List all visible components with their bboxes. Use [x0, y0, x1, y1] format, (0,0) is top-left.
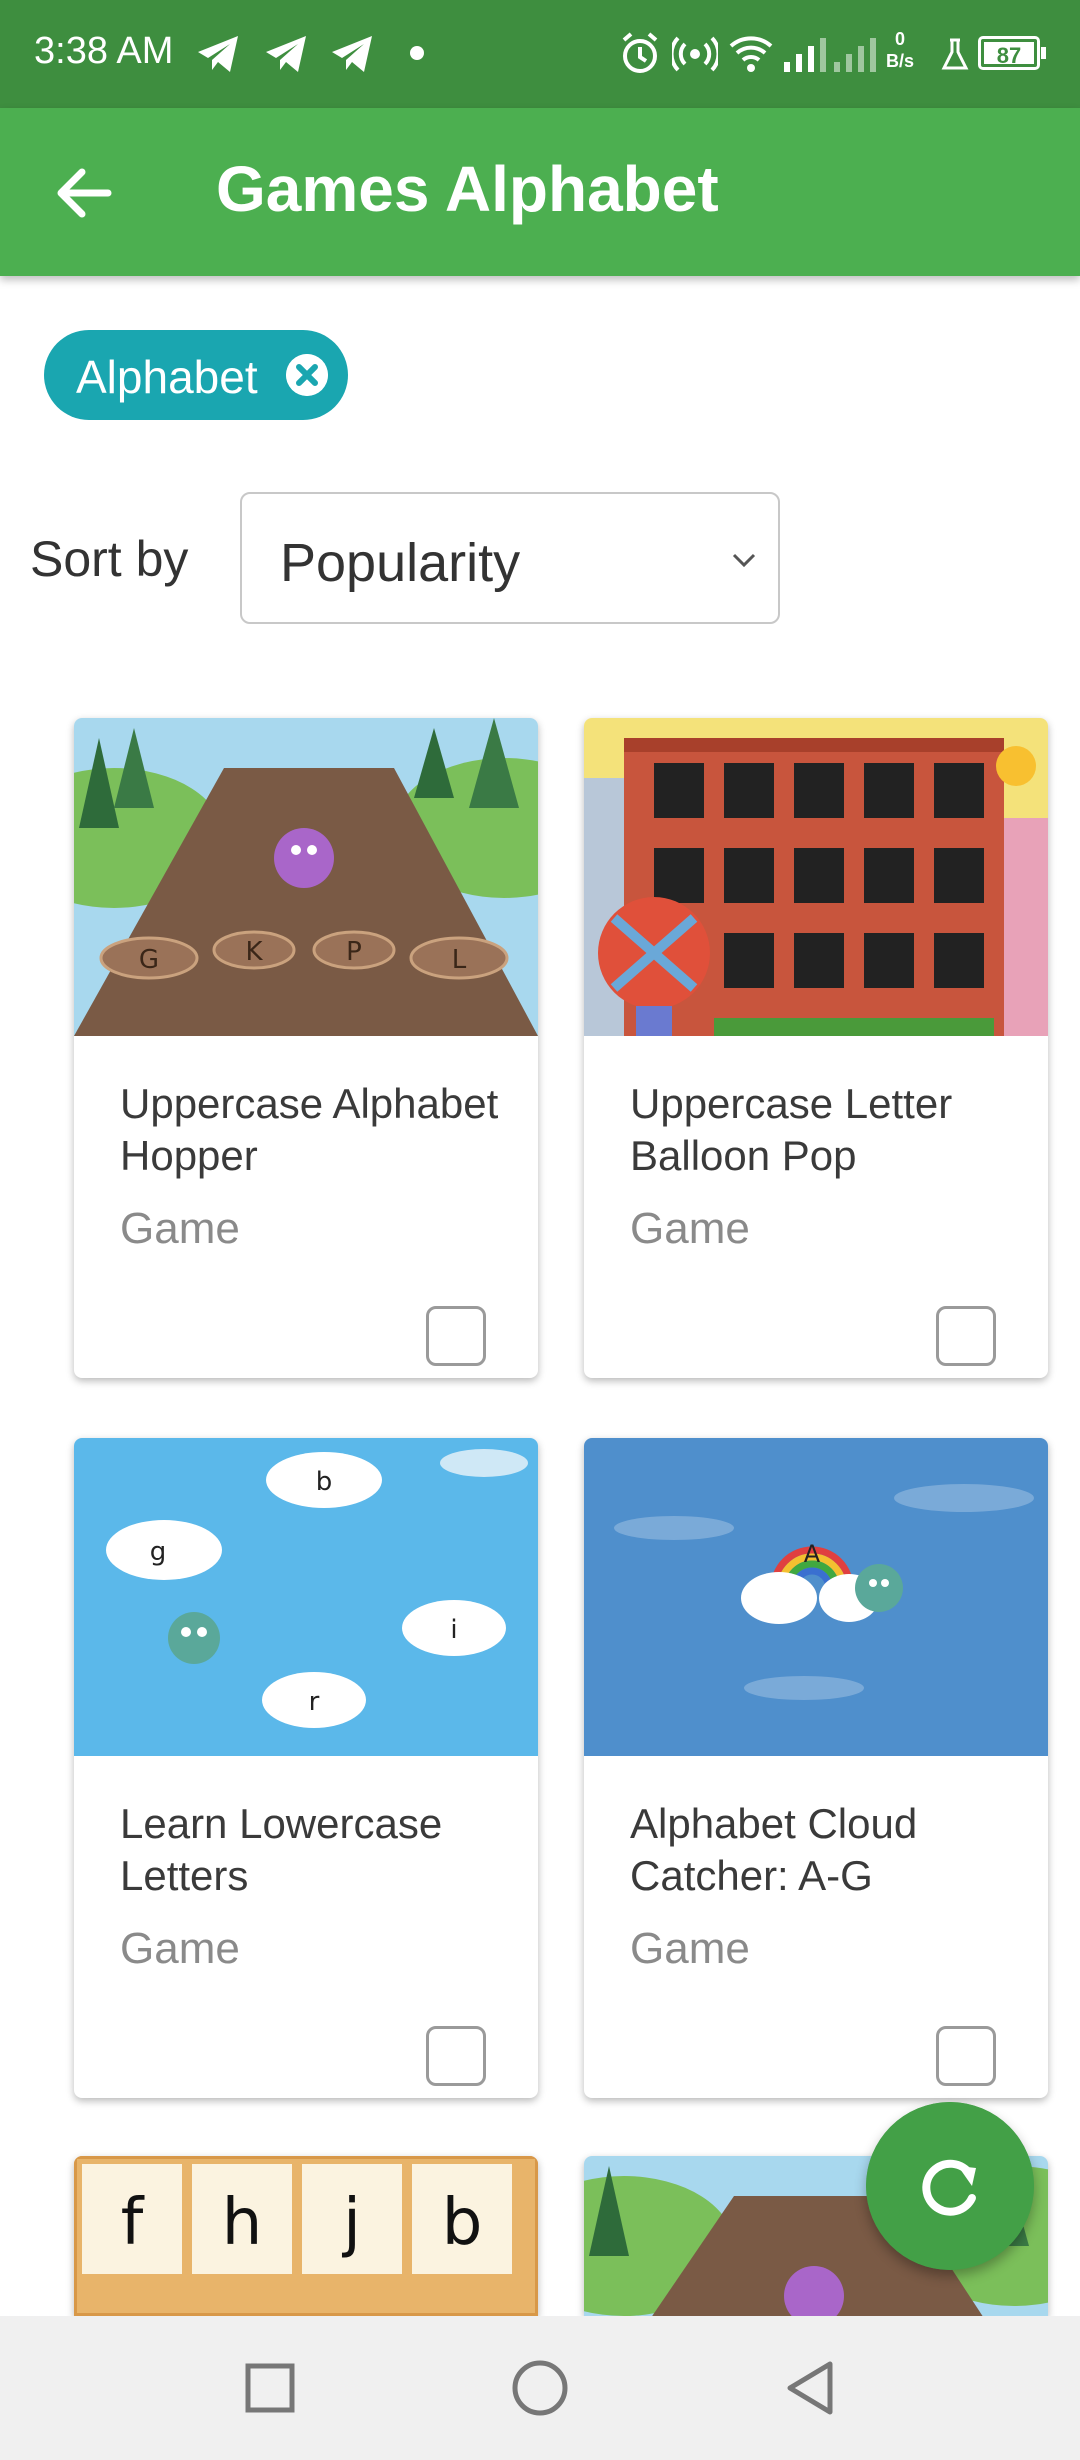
system-nav-bar — [0, 2316, 1080, 2460]
alarm-icon — [622, 32, 658, 73]
close-circle-icon[interactable] — [286, 354, 328, 396]
recents-icon[interactable] — [240, 2358, 300, 2418]
filter-chip-alphabet[interactable]: Alphabet — [44, 330, 348, 420]
wifi-icon — [729, 36, 773, 72]
select-checkbox[interactable] — [426, 1306, 486, 1366]
chevron-down-icon — [732, 553, 756, 568]
notification-dot — [410, 46, 424, 60]
select-checkbox[interactable] — [936, 2026, 996, 2086]
cloud-letter: i — [450, 1615, 457, 1645]
hopper-letter: L — [452, 945, 467, 975]
battery-icon: 87 — [978, 36, 1046, 70]
balloon-pop-thumbnail — [584, 718, 1048, 1036]
network-speed-value: 0 — [895, 29, 906, 49]
back-icon[interactable] — [780, 2358, 840, 2418]
hopper-letter: G — [139, 945, 159, 975]
game-title: Learn Lowercase Letters — [120, 1800, 443, 1899]
telegram-icon — [198, 36, 238, 72]
game-card[interactable]: G K P L Uppercase Alphabet Hopper Game — [74, 718, 538, 1378]
cloud-letter: r — [309, 1687, 320, 1717]
game-card[interactable]: A Alphabet Cloud Catcher: A-G Game — [584, 1438, 1048, 2098]
telegram-icon — [332, 36, 372, 72]
battery-level: 87 — [996, 43, 1022, 68]
game-type: Game — [630, 1204, 750, 1253]
network-speed-unit: B/s — [886, 51, 915, 71]
game-title: Uppercase Alphabet Hopper — [120, 1080, 499, 1179]
game-card[interactable]: f h j b — [74, 2156, 538, 2316]
game-card[interactable]: Uppercase Letter Balloon Pop Game — [584, 718, 1048, 1378]
select-checkbox[interactable] — [426, 2026, 486, 2086]
hopper-game-thumbnail: G K P L — [74, 718, 538, 1036]
app-bar: Games Alphabet — [0, 108, 1080, 276]
hopper-letter: K — [245, 937, 263, 967]
select-checkbox[interactable] — [936, 1306, 996, 1366]
tile-letter: b — [442, 2186, 483, 2260]
game-title: Uppercase Letter Balloon Pop — [630, 1080, 953, 1179]
network-speed: 0 B/s — [886, 28, 914, 72]
hotspot-icon — [672, 36, 718, 72]
signal-icon — [784, 38, 826, 72]
game-card[interactable]: b g i r Learn Lowercase Letters Game — [74, 1438, 538, 2098]
status-time: 3:38 AM — [34, 30, 174, 72]
status-bar: 3:38 AM 0 B/s 87 — [0, 0, 1080, 108]
flask-icon — [941, 38, 969, 70]
game-type: Game — [120, 1924, 240, 1973]
cloud-letter: g — [150, 1537, 167, 1567]
sort-dropdown[interactable]: Popularity — [240, 492, 780, 624]
sort-label: Sort by — [30, 531, 189, 587]
page-title: Games Alphabet — [216, 153, 719, 225]
home-icon[interactable] — [510, 2358, 570, 2418]
letter-tiles-thumbnail: f h j b — [74, 2156, 538, 2316]
cloud-catcher-thumbnail: A — [584, 1438, 1048, 1756]
game-title: Alphabet Cloud Catcher: A-G — [630, 1800, 918, 1899]
game-type: Game — [630, 1924, 750, 1973]
filter-chip-label: Alphabet — [76, 351, 258, 403]
lowercase-clouds-thumbnail: b g i r — [74, 1438, 538, 1756]
refresh-icon[interactable] — [866, 2102, 1034, 2270]
signal-icon — [834, 38, 876, 72]
tile-letter: j — [341, 2186, 361, 2260]
telegram-icon — [266, 36, 306, 72]
rainbow-letter: A — [804, 1540, 821, 1568]
sort-selected-value: Popularity — [280, 533, 521, 593]
tile-letter: f — [121, 2186, 145, 2260]
tile-letter: h — [222, 2186, 263, 2260]
hopper-letter: P — [346, 937, 362, 967]
arrow-left-icon[interactable] — [50, 160, 116, 226]
cloud-letter: b — [316, 1467, 333, 1497]
game-type: Game — [120, 1204, 240, 1253]
